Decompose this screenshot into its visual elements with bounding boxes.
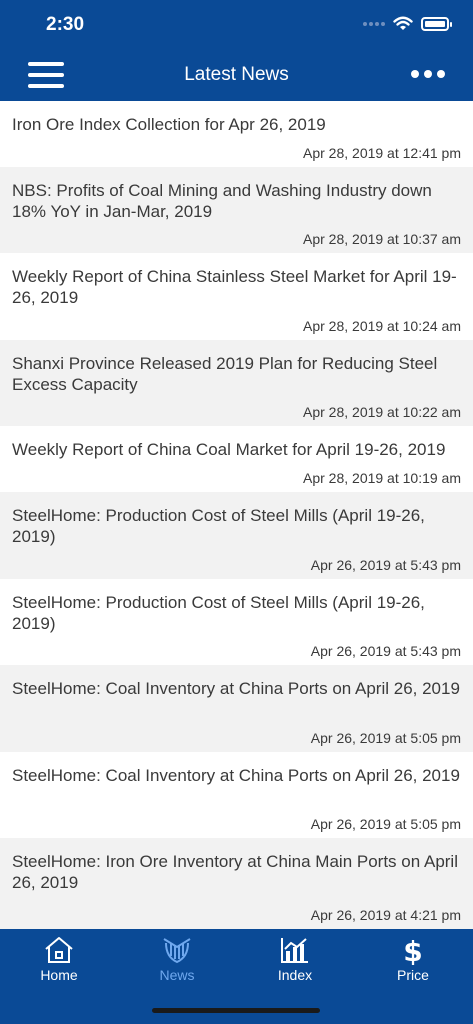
news-item-title: SteelHome: Production Cost of Steel Mill… [12, 506, 425, 546]
news-item-date: Apr 28, 2019 at 10:19 am [303, 470, 461, 486]
news-item[interactable]: SteelHome: Coal Inventory at China Ports… [0, 752, 473, 838]
dollar-icon: $ [403, 935, 422, 965]
news-item-title: Shanxi Province Released 2019 Plan for R… [12, 354, 438, 394]
tab-price-label: Price [397, 967, 429, 983]
news-item-date: Apr 28, 2019 at 10:22 am [303, 404, 461, 420]
news-item-date: Apr 26, 2019 at 5:43 pm [310, 557, 461, 573]
news-item-title: SteelHome: Coal Inventory at China Ports… [12, 679, 460, 698]
tab-price[interactable]: $ Price [354, 935, 472, 987]
home-icon [45, 937, 73, 963]
svg-text:$: $ [403, 935, 422, 965]
news-item[interactable]: SteelHome: Coal Inventory at China Ports… [0, 665, 473, 752]
status-icons [363, 16, 452, 32]
news-item-date: Apr 26, 2019 at 5:05 pm [310, 816, 461, 832]
tab-news-label: News [159, 967, 195, 983]
index-chart-icon [281, 938, 308, 963]
news-item-title: Weekly Report of China Stainless Steel M… [12, 267, 457, 307]
news-item[interactable]: SteelHome: Iron Ore Inventory at China M… [0, 838, 473, 929]
tab-home-label: Home [40, 967, 78, 983]
news-item[interactable]: Weekly Report of China Coal Market for A… [0, 426, 473, 492]
news-icon [163, 938, 191, 964]
news-item[interactable]: SteelHome: Production Cost of Steel Mill… [0, 492, 473, 579]
more-options-button[interactable] [411, 70, 445, 78]
tab-news[interactable]: News [118, 935, 236, 987]
status-time: 2:30 [46, 14, 85, 35]
news-item-title: SteelHome: Coal Inventory at China Ports… [12, 766, 460, 785]
news-item[interactable]: NBS: Profits of Coal Mining and Washing … [0, 167, 473, 253]
battery-icon [421, 17, 452, 31]
tab-index[interactable]: Index [236, 935, 354, 987]
news-item[interactable]: Shanxi Province Released 2019 Plan for R… [0, 340, 473, 426]
cellular-signal-icon [363, 22, 385, 26]
news-item-title: Weekly Report of China Coal Market for A… [12, 440, 446, 459]
news-item-title: SteelHome: Iron Ore Inventory at China M… [12, 852, 458, 892]
news-item[interactable]: SteelHome: Production Cost of Steel Mill… [0, 579, 473, 665]
news-item-title: NBS: Profits of Coal Mining and Washing … [12, 181, 432, 221]
news-item-date: Apr 26, 2019 at 4:21 pm [310, 907, 461, 923]
tab-index-label: Index [277, 967, 313, 983]
wifi-icon [393, 16, 413, 30]
news-item-date: Apr 26, 2019 at 5:43 pm [310, 643, 461, 659]
news-item-date: Apr 28, 2019 at 10:37 am [303, 231, 461, 247]
page-title: Latest News [184, 64, 289, 85]
news-item-title: Iron Ore Index Collection for Apr 26, 20… [12, 115, 326, 134]
home-indicator [152, 1008, 320, 1013]
news-item-date: Apr 26, 2019 at 5:05 pm [310, 730, 461, 746]
news-item-title: SteelHome: Production Cost of Steel Mill… [12, 593, 425, 633]
news-item-date: Apr 28, 2019 at 10:24 am [303, 318, 461, 334]
news-item[interactable]: Weekly Report of China Stainless Steel M… [0, 253, 473, 340]
news-item[interactable]: Iron Ore Index Collection for Apr 26, 20… [0, 101, 473, 167]
news-list[interactable]: Iron Ore Index Collection for Apr 26, 20… [0, 101, 473, 929]
news-item-date: Apr 28, 2019 at 12:41 pm [303, 145, 461, 161]
tab-home[interactable]: Home [0, 935, 118, 987]
app-header: 2:30 Latest News [0, 0, 473, 101]
